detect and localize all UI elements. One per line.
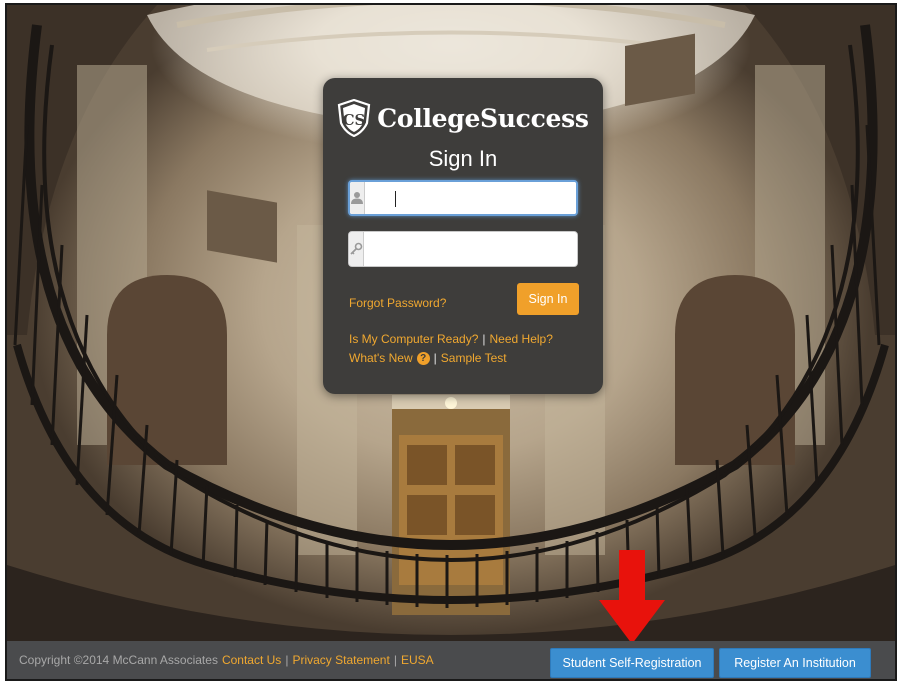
copyright-text: Copyright ©2014 McCann Associates xyxy=(19,653,218,667)
text-cursor xyxy=(395,191,396,207)
key-icon xyxy=(349,232,364,266)
username-input[interactable] xyxy=(365,182,576,214)
footer-separator: | xyxy=(393,653,397,667)
footer-links: Copyright ©2014 McCann Associates Contac… xyxy=(19,653,434,667)
red-arrow-annotation xyxy=(599,550,665,644)
help-links-row: Is My Computer Ready? | Need Help? xyxy=(349,332,553,346)
whats-new-link[interactable]: What's New xyxy=(349,351,413,365)
screenshot-frame: CS CollegeSuccess Sign In Forgot Passwor… xyxy=(5,3,897,681)
password-field[interactable] xyxy=(348,231,578,267)
contact-us-link[interactable]: Contact Us xyxy=(222,653,281,667)
user-icon xyxy=(350,182,365,214)
register-institution-button[interactable]: Register An Institution xyxy=(719,648,871,678)
student-self-registration-button[interactable]: Student Self-Registration xyxy=(550,648,714,678)
footer-separator: | xyxy=(285,653,289,667)
brand-name: CollegeSuccess xyxy=(377,103,589,133)
eusa-link[interactable]: EUSA xyxy=(401,653,434,667)
login-panel: CS CollegeSuccess Sign In Forgot Passwor… xyxy=(323,78,603,394)
shield-logo-icon: CS xyxy=(338,99,371,137)
password-input[interactable] xyxy=(364,232,577,266)
link-separator: | xyxy=(433,351,437,365)
forgot-password-link[interactable]: Forgot Password? xyxy=(349,296,446,310)
username-field[interactable] xyxy=(348,180,578,216)
info-links-row: What's New ? | Sample Test xyxy=(349,351,507,365)
link-separator: | xyxy=(482,332,486,346)
question-icon[interactable]: ? xyxy=(416,351,430,365)
need-help-link[interactable]: Need Help? xyxy=(490,332,553,346)
computer-ready-link[interactable]: Is My Computer Ready? xyxy=(349,332,478,346)
logo-mark-text: CS xyxy=(343,111,366,129)
sign-in-button[interactable]: Sign In xyxy=(517,283,579,315)
footer-bar: Copyright ©2014 McCann Associates Contac… xyxy=(7,641,895,679)
sample-test-link[interactable]: Sample Test xyxy=(441,351,507,365)
brand-logo: CS CollegeSuccess xyxy=(323,98,603,138)
privacy-statement-link[interactable]: Privacy Statement xyxy=(292,653,389,667)
sign-in-title: Sign In xyxy=(428,146,498,171)
